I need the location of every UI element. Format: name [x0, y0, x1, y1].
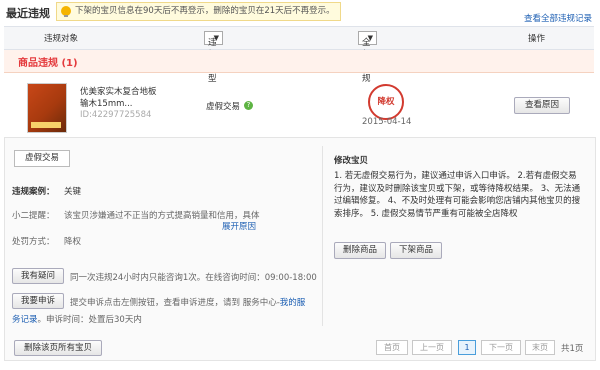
case-value: 关键 — [64, 187, 82, 197]
delete-all-button[interactable]: 删除该页所有宝贝 — [14, 340, 102, 356]
penalty-stamp: 降权 — [368, 84, 404, 120]
fix-instructions: 1. 若无虚假交易行为，建议通过申诉入口申诉。 2.若有虚假交易行为，建议及时删… — [334, 171, 581, 219]
violation-date: 2015-04-14 — [362, 117, 412, 127]
case-label: 违规案例： — [12, 187, 55, 197]
tip-label: 小二提醒： — [12, 211, 55, 221]
notice-text: 下架的宝贝信息在90天后不再登示，删除的宝贝在21天后不再登示。 — [75, 6, 335, 16]
dropdown-arrow-icon: ▼ — [367, 34, 373, 42]
product-name[interactable]: 优美家实木复合地板 输木15mm... — [80, 86, 157, 110]
delete-product-button[interactable]: 删除商品 — [334, 242, 386, 259]
divider — [322, 146, 323, 326]
lightbulb-icon — [61, 6, 71, 17]
service-record-link-2[interactable]: 务记录 — [12, 315, 38, 325]
col-action: 操作 — [528, 34, 546, 44]
next-page-button[interactable]: 下一页 — [481, 340, 521, 355]
fix-title: 修改宝贝 — [334, 156, 369, 166]
service-record-link[interactable]: 我的服 — [280, 298, 306, 308]
first-page-button[interactable]: 首页 — [376, 340, 408, 355]
product-thumbnail[interactable] — [27, 83, 67, 133]
current-page[interactable]: 1 — [458, 340, 476, 355]
last-page-button[interactable]: 末页 — [525, 340, 555, 355]
tab-fake-transaction[interactable]: 虚假交易 — [14, 150, 70, 167]
appeal-info: 提交申诉点击左侧按钮，查看申诉进度，请到 服务中心-我的服 — [70, 296, 305, 308]
method-label: 处罚方式： — [12, 237, 55, 247]
col-object: 违规对象 — [44, 34, 79, 44]
expand-reason-link[interactable]: 展开原因 — [222, 220, 256, 232]
method-value: 降权 — [64, 237, 82, 247]
offshelf-product-button[interactable]: 下架商品 — [390, 242, 442, 259]
section-title: 商品违规 (1) — [18, 58, 78, 69]
total-pages: 共1页 — [561, 344, 584, 354]
appeal-time: 。申诉时间：处置后30天内 — [37, 315, 142, 325]
violation-type-select[interactable]: 违规类型▼ — [204, 31, 223, 84]
dropdown-arrow-icon: ▼ — [213, 34, 219, 42]
product-id: ID:42297725584 — [80, 110, 152, 120]
appeal-button[interactable]: 我要申诉 — [12, 293, 64, 309]
page-title: 最近违规 — [6, 7, 50, 20]
ask-question-button[interactable]: 我有疑问 — [12, 268, 64, 284]
consult-info: 同一次违规24小时内只能咨询1次。在线咨询时间：09:00-18:00 — [70, 273, 317, 283]
notice-banner: 下架的宝贝信息在90天后不再登示，删除的宝贝在21天后不再登示。 — [56, 2, 341, 21]
product-name-line2: 输木15mm... — [80, 99, 133, 109]
appeal-info-text: 提交申诉点击左侧按钮，查看申诉进度，请到 服务中心- — [70, 298, 280, 308]
status-select[interactable]: 全部违规▼ — [358, 31, 377, 84]
prev-page-button[interactable]: 上一页 — [412, 340, 452, 355]
section-header: 商品违规 (1) — [4, 50, 594, 73]
appeal-info-line2: 务记录。申诉时间：处置后30天内 — [12, 313, 142, 325]
help-icon[interactable]: ? — [244, 101, 253, 110]
violation-type: 虚假交易 — [206, 102, 241, 112]
view-reason-button[interactable]: 查看原因 — [514, 97, 570, 114]
table-header: 违规对象 违规类型▼ 全部违规▼ 操作 — [4, 26, 594, 84]
product-name-line1: 优美家实木复合地板 — [80, 87, 157, 97]
view-all-violations-link[interactable]: 查看全部违规记录 — [524, 12, 592, 24]
